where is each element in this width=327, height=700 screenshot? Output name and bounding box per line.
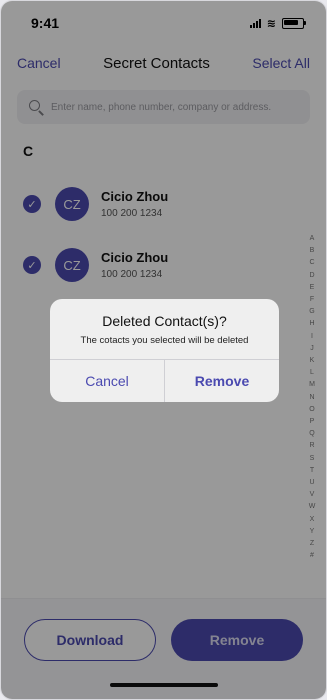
dialog-title: Deleted Contact(s)? xyxy=(102,313,227,329)
dialog-cancel-button[interactable]: Cancel xyxy=(50,360,164,402)
dialog-message: The cotacts you selected will be deleted xyxy=(80,335,249,346)
dialog-remove-button[interactable]: Remove xyxy=(164,360,279,402)
delete-confirm-dialog: Deleted Contact(s)? The cotacts you sele… xyxy=(50,299,279,402)
dialog-actions: Cancel Remove xyxy=(50,359,279,402)
phone-screen: 9:41 ≋ Cancel Secret Contacts Select All… xyxy=(0,0,327,700)
